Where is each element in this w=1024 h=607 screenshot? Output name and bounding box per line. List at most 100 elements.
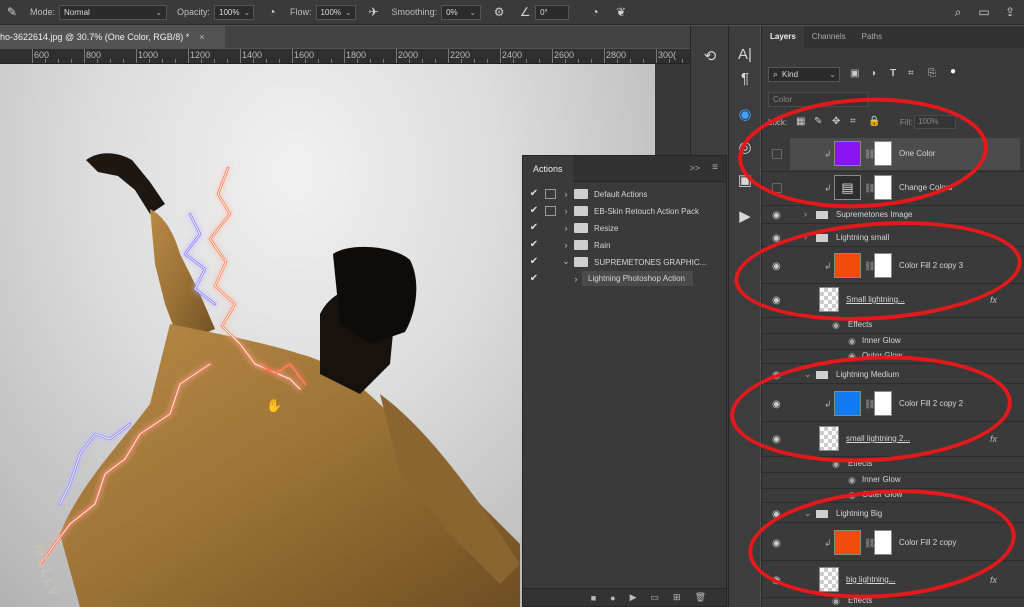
tab-actions[interactable]: Actions — [523, 155, 573, 182]
dialog-toggle[interactable] — [545, 240, 556, 250]
fx-icon[interactable]: fx — [990, 434, 997, 444]
angle-field[interactable]: 0° — [535, 4, 570, 20]
tools-dock-strip: A| ¶ ◉ ◎ ▣ ▶ — [728, 26, 760, 607]
fx-icon[interactable]: fx — [990, 575, 997, 585]
layer-name: Effects — [848, 320, 873, 329]
filter-smart-icon[interactable]: ⎘ — [928, 68, 936, 79]
chevron-right-icon[interactable]: › — [560, 223, 572, 233]
layer-filter-dropdown[interactable]: ⌕ Kind ⌄ — [768, 67, 840, 82]
trash-icon[interactable]: 🗑 — [695, 592, 706, 603]
mode-dropdown[interactable]: Normal ⌄ — [59, 4, 168, 20]
new-set-icon[interactable]: ▭ — [651, 592, 660, 603]
document-title: ho-3622614.jpg @ 30.7% (One Color, RGB/8… — [0, 32, 190, 42]
chevron-right-icon[interactable]: › — [570, 274, 582, 284]
action-item[interactable]: ✔ › Default Actions — [523, 185, 726, 202]
eye-icon[interactable]: ◉ — [832, 320, 840, 331]
tab-paths[interactable]: Paths — [854, 26, 890, 48]
action-item[interactable]: ✔ ⌄ SUPREMETONES GRAPHIC... — [523, 253, 726, 270]
chevron-right-icon[interactable]: › — [560, 240, 572, 250]
layer-name: Inner Glow — [862, 475, 901, 484]
action-item[interactable]: ✔ › Lightning Photoshop Action — [523, 270, 726, 287]
action-label-box: EB-Skin Retouch Action Pack — [588, 206, 699, 216]
chevron-right-icon[interactable]: › — [560, 189, 572, 199]
dialog-toggle[interactable] — [545, 188, 556, 199]
filter-pixel-icon[interactable]: ▣ — [850, 68, 859, 79]
ruler-label: 2600 — [554, 50, 575, 60]
layer-row[interactable]: ◉ Inner Glow — [762, 334, 1024, 348]
action-toggle-check-icon[interactable]: ✔ — [527, 273, 541, 284]
adjustments-icon[interactable]: ◉ — [734, 104, 756, 126]
symmetry-icon[interactable]: ❦ — [613, 5, 629, 19]
action-label-box: Resize — [588, 223, 618, 233]
eye-icon[interactable]: ◉ — [848, 336, 856, 347]
action-toggle-check-icon[interactable]: ✔ — [527, 188, 541, 199]
action-label-box: Lightning Photoshop Action — [582, 271, 693, 286]
ruler-label: 2400 — [502, 50, 523, 60]
opacity-label: Opacity: — [177, 7, 211, 17]
filter-type-icon[interactable]: T — [890, 68, 896, 79]
airbrush-icon[interactable]: ✈ — [366, 5, 382, 19]
action-toggle-check-icon[interactable]: ✔ — [527, 256, 541, 267]
collapse-icon[interactable]: >> — [689, 163, 700, 173]
ruler-label: 1000 — [138, 50, 159, 60]
ruler-label: 1800 — [346, 50, 367, 60]
search-icon: ⌕ — [773, 69, 779, 79]
play-icon[interactable]: ▶ — [734, 206, 756, 228]
chevron-right-icon[interactable]: › — [560, 206, 572, 216]
pressure-size-icon[interactable]: ◔ — [587, 5, 603, 19]
eye-icon[interactable]: ◉ — [848, 475, 856, 486]
flow-field[interactable]: 100% ⌄ — [315, 4, 356, 20]
filter-toggle-icon[interactable]: ● — [950, 66, 956, 77]
action-toggle-check-icon[interactable]: ✔ — [527, 222, 541, 233]
paragraph-icon[interactable]: ¶ — [734, 68, 756, 90]
smoothing-value: 0% — [446, 7, 458, 17]
action-label: Default Actions — [594, 189, 648, 199]
tab-channels[interactable]: Channels — [804, 26, 854, 48]
ruler-label: 2000 — [398, 50, 419, 60]
layer-row[interactable]: ◉ Inner Glow — [762, 473, 1024, 487]
chevron-down-icon[interactable]: ⌄ — [560, 256, 572, 267]
stop-icon[interactable]: ■ — [591, 593, 596, 603]
workspace-icon[interactable]: ▭ — [976, 5, 992, 19]
document-tab[interactable]: ho-3622614.jpg @ 30.7% (One Color, RGB/8… — [0, 26, 225, 48]
history-icon[interactable]: ⟲ — [699, 46, 721, 68]
layer-row[interactable]: ◉ › Supremetones Image — [762, 208, 1024, 222]
opacity-field[interactable]: 100% ⌄ — [214, 4, 255, 20]
ruler-label: 800 — [86, 50, 102, 60]
action-item[interactable]: ✔ › Resize — [523, 219, 726, 236]
gear-icon[interactable]: ⚙ — [491, 5, 507, 19]
chevron-right-icon[interactable]: › — [804, 209, 807, 219]
filter-shape-icon[interactable]: ⌗ — [908, 68, 914, 79]
dialog-toggle[interactable] — [545, 257, 556, 267]
record-icon[interactable]: ● — [610, 593, 615, 603]
layer-name: Supremetones Image — [836, 210, 913, 219]
smoothing-field[interactable]: 0% ⌄ — [441, 4, 482, 20]
new-action-icon[interactable]: ⊞ — [673, 592, 681, 603]
action-item[interactable]: ✔ › EB-Skin Retouch Action Pack — [523, 202, 726, 219]
filter-adjust-icon[interactable]: ◑ — [870, 68, 876, 79]
close-icon[interactable]: × — [199, 32, 204, 42]
filter-kind-value: Kind — [782, 70, 799, 79]
mode-value: Normal — [64, 7, 90, 17]
brush-tool-icon[interactable]: ✎ — [4, 5, 20, 19]
action-toggle-check-icon[interactable]: ✔ — [527, 205, 541, 216]
ruler-label: 2800 — [606, 50, 627, 60]
action-item[interactable]: ✔ › Rain — [523, 236, 726, 253]
action-toggle-check-icon[interactable]: ✔ — [527, 239, 541, 250]
options-bar: ✎ Mode: Normal ⌄ Opacity: 100% ⌄ ◔ Flow: 1… — [0, 0, 1024, 25]
play-icon[interactable]: ▶ — [630, 592, 637, 603]
character-icon[interactable]: A| — [734, 44, 756, 66]
panel-menu-icon[interactable]: ≡ — [712, 162, 718, 173]
layer-row[interactable]: ◉ Effects — [762, 318, 1024, 332]
share-icon[interactable]: ⇪ — [1002, 5, 1018, 19]
dialog-toggle[interactable] — [545, 274, 556, 284]
dialog-toggle[interactable] — [545, 205, 556, 216]
action-label: Lightning Photoshop Action — [588, 274, 685, 283]
pressure-opacity-icon[interactable]: ◔ — [264, 5, 280, 19]
search-icon[interactable]: ⌕ — [950, 5, 966, 20]
tab-layers[interactable]: Layers — [762, 26, 804, 48]
dialog-toggle[interactable] — [545, 223, 556, 233]
fx-icon[interactable]: fx — [990, 295, 997, 305]
eye-icon[interactable]: ◉ — [772, 210, 784, 221]
folder-icon — [574, 188, 588, 199]
